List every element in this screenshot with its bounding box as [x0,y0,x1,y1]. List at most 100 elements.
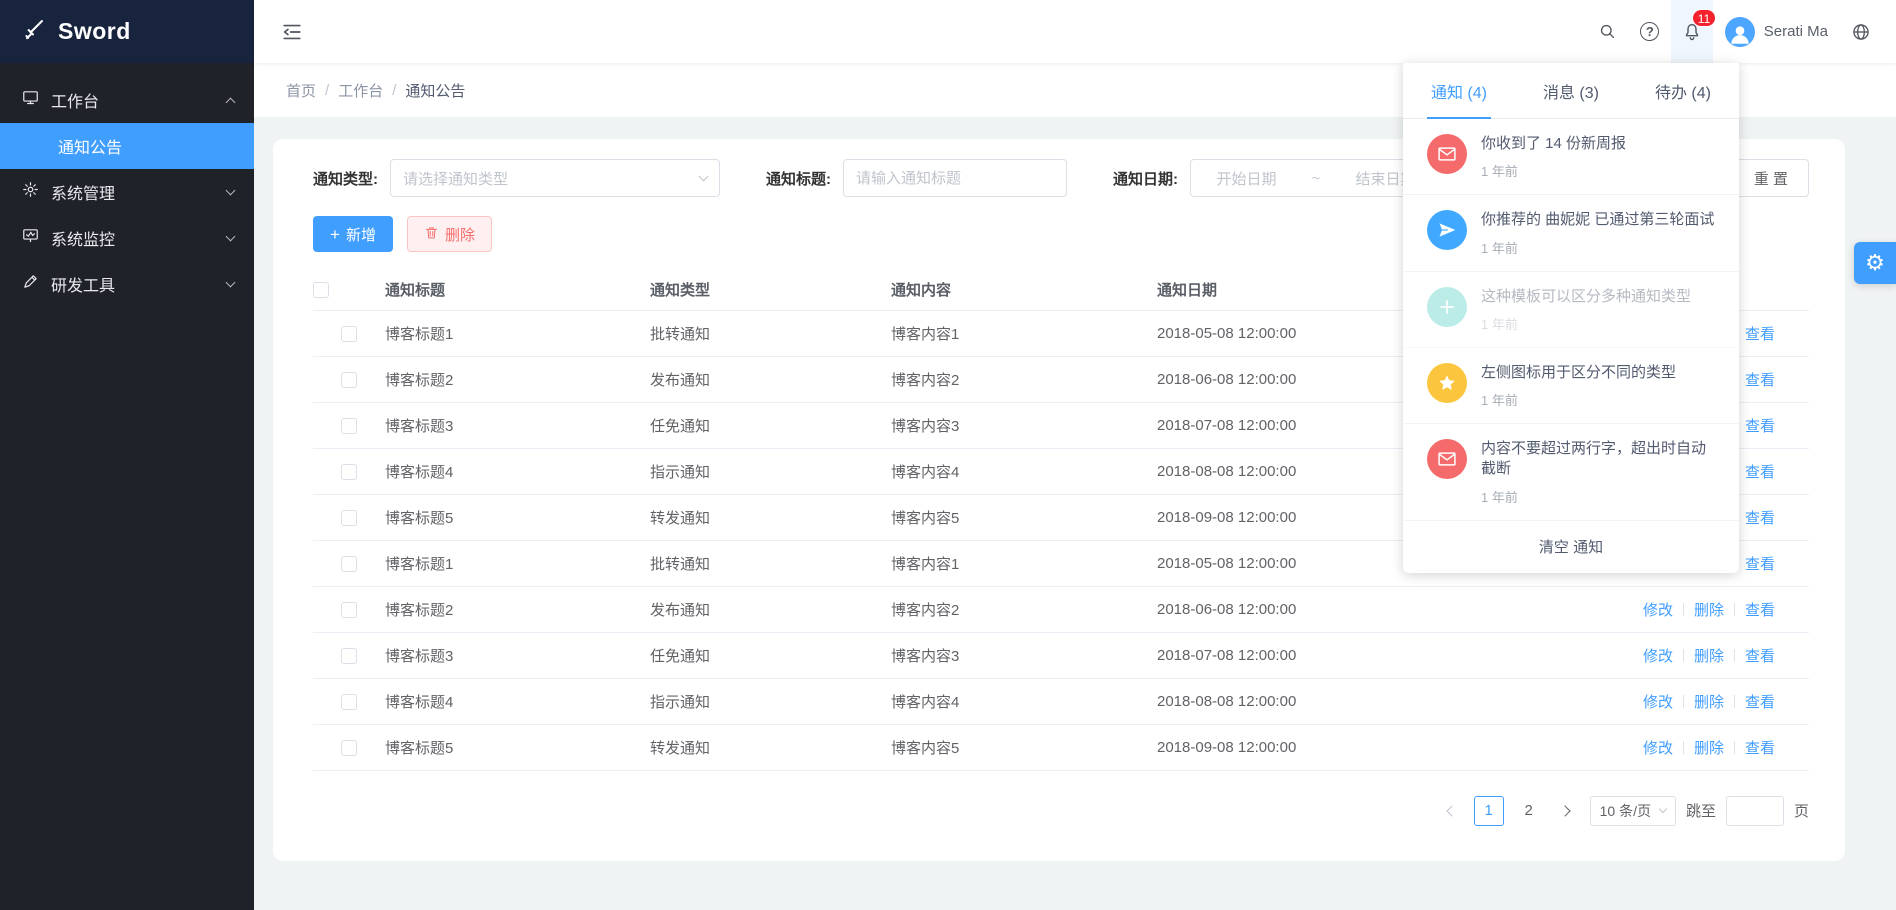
table-row: 博客标题3 任免通知 博客内容3 2018-07-08 12:00:00 修改删… [313,632,1809,678]
sidebar: Sword 工作台 通知公告 [0,0,254,910]
page-size-select[interactable]: 10 条/页 [1590,796,1676,826]
breadcrumb-workbench[interactable]: 工作台 [338,80,383,101]
gear-icon [22,181,39,203]
monitor-icon [22,89,39,111]
filter-type-label: 通知类型: [313,168,378,189]
delete-button[interactable]: 删除 [407,216,492,252]
jump-page-input[interactable] [1726,796,1784,826]
chevron-down-icon [226,277,236,287]
delete-link[interactable]: 删除 [1694,602,1724,619]
edit-link[interactable]: 修改 [1643,602,1673,619]
avatar [1725,17,1755,47]
notice-type-select[interactable]: 请选择通知类型 [390,159,720,197]
chevron-down-icon [1659,804,1667,812]
edit-link[interactable]: 修改 [1643,648,1673,665]
user-menu[interactable]: Serati Ma [1713,0,1840,63]
sidebar-menu: 工作台 通知公告 系统管理 [0,63,254,307]
edit-link[interactable]: 修改 [1643,694,1673,711]
sidebar-item-system-admin[interactable]: 系统管理 [0,169,254,215]
mail-icon [1427,439,1467,479]
notification-item[interactable]: 左侧图标用于区分不同的类型 1 年前 [1403,348,1739,424]
row-checkbox[interactable] [341,510,357,526]
date-start-placeholder: 开始日期 [1217,168,1277,189]
search-icon[interactable] [1587,0,1629,63]
clear-notifications-button[interactable]: 清空 通知 [1403,521,1739,573]
send-icon [1427,210,1467,250]
view-link[interactable]: 查看 [1745,372,1775,389]
sword-logo-icon [22,17,46,47]
view-link[interactable]: 查看 [1745,418,1775,435]
row-checkbox[interactable] [341,740,357,756]
app-root: Sword 工作台 通知公告 [0,0,1896,910]
sidebar-item-workbench[interactable]: 工作台 [0,77,254,123]
row-checkbox[interactable] [341,326,357,342]
column-header-content: 通知内容 [891,270,1157,310]
sidebar-item-notice[interactable]: 通知公告 [0,123,254,169]
notification-item[interactable]: 你推荐的 曲妮妮 已通过第三轮面试 1 年前 [1403,195,1739,271]
chevron-down-icon [699,171,709,181]
monitor-pulse-icon [22,227,39,249]
chevron-down-icon [226,185,236,195]
plus-icon [1427,287,1467,327]
notification-item[interactable]: 你收到了 14 份新周报 1 年前 [1403,119,1739,195]
delete-link[interactable]: 删除 [1694,694,1724,711]
user-name: Serati Ma [1764,23,1828,40]
page-button-1[interactable]: 1 [1474,796,1504,826]
row-checkbox[interactable] [341,418,357,434]
row-checkbox[interactable] [341,464,357,480]
view-link[interactable]: 查看 [1745,694,1775,711]
help-icon[interactable]: ? [1629,0,1671,63]
settings-fab-gear-icon[interactable]: ⚙ [1854,242,1896,284]
jump-label: 跳至 [1686,800,1716,821]
breadcrumb-separator: / [392,82,396,99]
add-button[interactable]: + 新增 [313,216,393,252]
app-logo[interactable]: Sword [0,0,254,63]
view-link[interactable]: 查看 [1745,510,1775,527]
notification-item-read[interactable]: 这种模板可以区分多种通知类型 1 年前 [1403,272,1739,348]
delete-link[interactable]: 删除 [1694,740,1724,757]
notification-item[interactable]: 内容不要超过两行字，超出时自动截断 1 年前 [1403,424,1739,521]
view-link[interactable]: 查看 [1745,556,1775,573]
chevron-up-icon [226,97,236,107]
notification-bell-icon[interactable]: 11 [1671,0,1713,63]
tab-messages[interactable]: 消息 (3) [1515,63,1627,118]
view-link[interactable]: 查看 [1745,326,1775,343]
filter-title-group: 通知标题: [766,159,1067,197]
menu-fold-icon[interactable] [272,0,312,63]
pagination: 1 2 10 条/页 跳至 页 [313,796,1809,826]
filter-title-label: 通知标题: [766,168,831,189]
sidebar-item-system-monitor[interactable]: 系统监控 [0,215,254,261]
row-checkbox[interactable] [341,556,357,572]
filter-type-group: 通知类型: 请选择通知类型 [313,159,720,197]
tab-notifications[interactable]: 通知 (4) [1403,63,1515,118]
row-checkbox[interactable] [341,602,357,618]
sidebar-item-dev-tools[interactable]: 研发工具 [0,261,254,307]
star-icon [1427,363,1467,403]
edit-link[interactable]: 修改 [1643,740,1673,757]
jump-unit: 页 [1794,800,1809,821]
notice-title-input[interactable] [843,159,1067,197]
notification-tabs: 通知 (4) 消息 (3) 待办 (4) [1403,63,1739,119]
delete-link[interactable]: 删除 [1694,648,1724,665]
page-button-2[interactable]: 2 [1514,796,1544,826]
reset-button[interactable]: 重 置 [1733,159,1809,197]
select-all-checkbox[interactable] [313,282,329,298]
row-checkbox[interactable] [341,694,357,710]
breadcrumb-separator: / [325,82,329,99]
plus-icon: + [330,226,340,243]
select-placeholder: 请选择通知类型 [403,168,508,189]
tab-todos[interactable]: 待办 (4) [1627,63,1739,118]
globe-icon[interactable] [1840,0,1882,63]
view-link[interactable]: 查看 [1745,602,1775,619]
date-separator: ~ [1312,170,1321,187]
row-checkbox[interactable] [341,372,357,388]
next-page-icon[interactable] [1554,796,1580,826]
sidebar-item-label: 研发工具 [51,272,115,296]
prev-page-icon[interactable] [1438,796,1464,826]
view-link[interactable]: 查看 [1745,740,1775,757]
row-checkbox[interactable] [341,648,357,664]
breadcrumb-current: 通知公告 [405,80,465,101]
view-link[interactable]: 查看 [1745,648,1775,665]
view-link[interactable]: 查看 [1745,464,1775,481]
breadcrumb-home[interactable]: 首页 [286,80,316,101]
